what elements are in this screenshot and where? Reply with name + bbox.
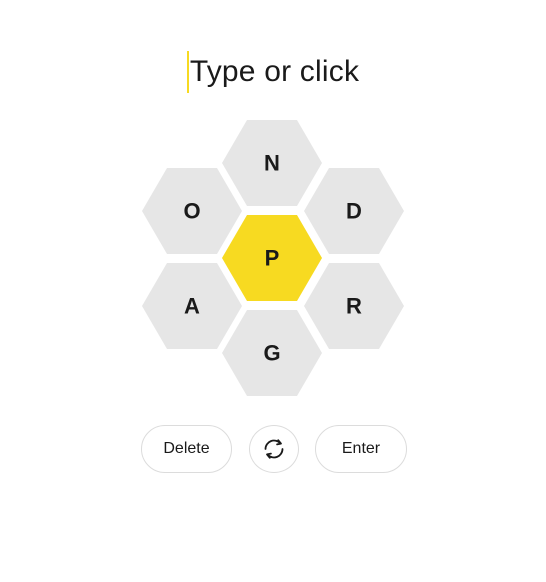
hive-cell-top[interactable]: N <box>222 120 322 206</box>
shuffle-icon <box>261 436 287 462</box>
enter-button[interactable]: Enter <box>315 425 407 473</box>
delete-button[interactable]: Delete <box>141 425 232 473</box>
hive-cell-lower-left[interactable]: A <box>142 263 242 349</box>
hive-cell-upper-right[interactable]: D <box>304 168 404 254</box>
hive-cell-lower-right[interactable]: R <box>304 263 404 349</box>
hive-cell-bottom[interactable]: G <box>222 310 322 396</box>
hive-letter-upper-right: D <box>346 199 362 224</box>
hive-cell-upper-left[interactable]: O <box>142 168 242 254</box>
hive-controls: Delete Enter <box>0 425 546 475</box>
hive-letter-upper-left: O <box>183 199 200 224</box>
hive-letter-lower-right: R <box>346 294 362 319</box>
hive-letter-bottom: G <box>263 341 280 366</box>
shuffle-button[interactable] <box>249 425 299 473</box>
hive-cell-center[interactable]: P <box>222 215 322 301</box>
hive-letter-center: P <box>265 246 280 271</box>
hive-letter-top: N <box>264 151 280 176</box>
letter-hive: N O D P A R G <box>142 120 404 396</box>
hive-letter-lower-left: A <box>184 294 200 319</box>
